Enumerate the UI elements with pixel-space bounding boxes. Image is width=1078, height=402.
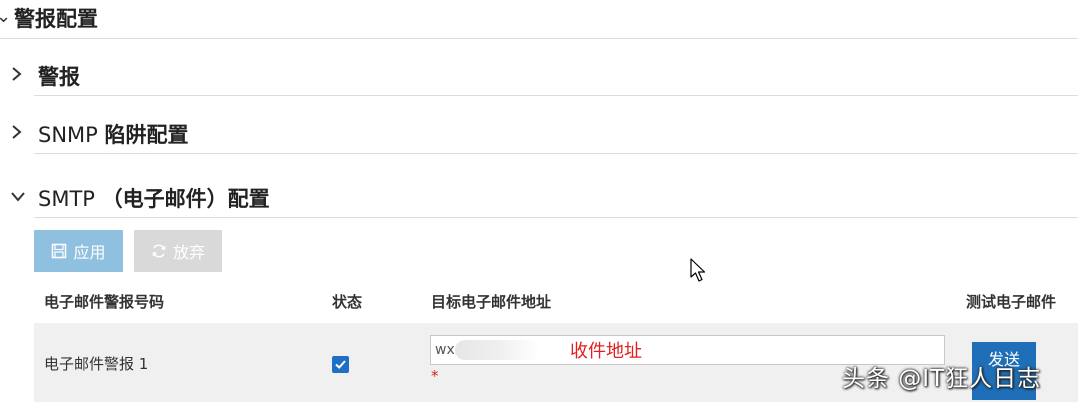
section-smtp[interactable]: SMTP （电子邮件）配置 (0, 176, 1078, 218)
section-snmp[interactable]: SNMP 陷阱配置 (0, 112, 1078, 154)
page-title-text: 警报配置 (14, 7, 98, 31)
divider (34, 153, 1078, 154)
checkmark-icon (335, 360, 346, 369)
chevron-right-icon (12, 125, 22, 139)
divider (34, 95, 1078, 96)
required-indicator: * (431, 367, 439, 385)
section-smtp-label: SMTP （电子邮件）配置 (38, 183, 270, 213)
chevron-right-icon (12, 67, 22, 81)
discard-button-label: 放弃 (172, 243, 205, 262)
redacted-email-blur (455, 340, 540, 360)
column-header-target-email: 目标电子邮件地址 (431, 293, 552, 311)
page-title: ⌄ 警报配置 (0, 0, 1078, 39)
section-alarm-label: 警报 (38, 65, 80, 89)
chevron-down-icon (11, 192, 25, 202)
section-alarm[interactable]: 警报 (0, 54, 1078, 96)
divider (34, 217, 1078, 218)
refresh-icon (152, 244, 166, 258)
chevron-down-icon[interactable]: ⌄ (0, 6, 11, 27)
discard-button[interactable]: 放弃 (134, 230, 222, 272)
apply-button[interactable]: 应用 (34, 230, 123, 272)
section-smtp-title: （电子邮件）配置 (101, 187, 270, 211)
section-snmp-label: SNMP 陷阱配置 (38, 119, 189, 149)
column-header-status: 状态 (332, 293, 363, 311)
watermark: 头条 @IT狂人日志 (842, 366, 1042, 392)
column-header-test-email: 测试电子邮件 (966, 293, 1057, 311)
status-checkbox[interactable] (332, 356, 349, 373)
save-icon (52, 243, 67, 259)
column-header-alarm-number: 电子邮件警报号码 (44, 293, 165, 311)
section-snmp-title: 陷阱配置 (104, 123, 189, 147)
mouse-cursor-icon (690, 258, 706, 282)
recipient-address-annotation: 收件地址 (570, 341, 642, 362)
apply-button-label: 应用 (73, 243, 106, 262)
section-smtp-prefix: SMTP (38, 187, 102, 211)
section-snmp-prefix: SNMP (38, 123, 105, 147)
alarm-name: 电子邮件警报 1 (44, 355, 149, 373)
